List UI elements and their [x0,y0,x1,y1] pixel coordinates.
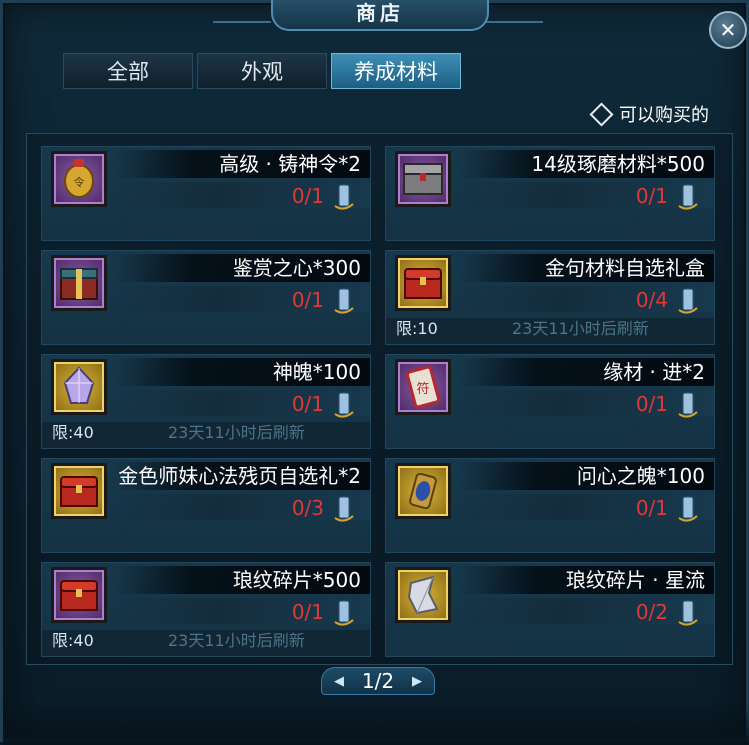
tab-all[interactable]: 全部 [63,53,193,89]
shop-item-card[interactable]: 符 缘材 · 进*2 0/1 [385,354,715,449]
purchase-count: 0/1 [291,184,324,208]
red-chest-icon[interactable] [51,463,107,519]
shop-item-card[interactable]: 琅纹碎片 · 星流 0/2 [385,562,715,657]
purchase-count: 0/1 [635,184,668,208]
item-name: 问心之魄*100 [459,462,714,490]
tab-appearance[interactable]: 外观 [197,53,327,89]
purchase-count: 0/3 [291,496,324,520]
scroll-icon [332,286,356,314]
purchase-count: 0/4 [635,288,668,312]
scroll-icon [332,494,356,522]
purchase-count: 0/1 [635,496,668,520]
item-name: 金色师妹心法残页自选礼*2 [115,462,370,490]
crystal-icon[interactable] [51,359,107,415]
refresh-timer: 23天11小时后刷新 [168,631,305,650]
item-name: 高级 · 铸神令*2 [115,150,370,178]
scroll-icon [676,390,700,418]
close-icon: ✕ [719,18,737,42]
shard-icon[interactable] [395,567,451,623]
talisman-icon[interactable]: 符 [395,359,451,415]
scroll-icon [676,182,700,210]
shop-item-card[interactable]: 问心之魄*100 0/1 [385,458,715,553]
pagination: ◀ 1/2 ▶ [321,667,435,695]
page-indicator: 1/2 [361,669,395,693]
red-chest-icon[interactable] [395,255,451,311]
shop-item-card[interactable]: 琅纹碎片*500 0/1 限:40 23天11小时后刷新 [41,562,371,657]
amulet-icon[interactable] [395,463,451,519]
item-name: 神魄*100 [115,358,370,386]
item-name: 金句材料自选礼盒 [459,254,714,282]
refresh-timer: 23天11小时后刷新 [168,423,305,442]
scroll-icon [332,390,356,418]
svg-text:令: 令 [74,175,85,189]
scroll-icon [332,598,356,626]
title-ornament-right [485,3,543,23]
purchase-count: 0/1 [635,392,668,416]
tab-bar: 全部 外观 养成材料 [63,53,461,89]
red-chest-icon[interactable] [51,567,107,623]
filter-label: 可以购买的 [619,105,709,126]
purchase-count: 0/1 [291,288,324,312]
token-icon[interactable]: 令 [51,151,107,207]
item-name: 14级琢磨材料*500 [459,150,714,178]
purchasable-filter[interactable]: 可以购买的 [589,101,709,127]
item-name: 鉴赏之心*300 [115,254,370,282]
purchase-limit: 限:10 [396,319,438,338]
filter-checkbox-icon[interactable] [589,101,614,127]
shop-window: 商店 ✕ 全部 外观 养成材料 可以购买的 令 高级 · 铸神令*2 0/1 1… [0,0,749,745]
close-button[interactable]: ✕ [709,11,747,49]
purchase-limit: 限:40 [52,423,94,442]
title-ornament-left [213,3,271,23]
bottom-ornament [3,703,749,745]
scroll-icon [676,286,700,314]
shop-item-card[interactable]: 14级琢磨材料*500 0/1 [385,146,715,241]
gift-box-icon[interactable] [51,255,107,311]
item-list: 令 高级 · 铸神令*2 0/1 14级琢磨材料*500 0/1 鉴赏之心*30… [26,133,733,665]
purchase-count: 0/2 [635,600,668,624]
purchase-count: 0/1 [291,600,324,624]
prev-page-icon[interactable]: ◀ [334,674,344,689]
svg-text:符: 符 [416,381,429,397]
refresh-timer: 23天11小时后刷新 [512,319,649,338]
shop-item-card[interactable]: 令 高级 · 铸神令*2 0/1 [41,146,371,241]
shop-item-card[interactable]: 金句材料自选礼盒 0/4 限:10 23天11小时后刷新 [385,250,715,345]
shop-item-card[interactable]: 鉴赏之心*300 0/1 [41,250,371,345]
shop-item-card[interactable]: 神魄*100 0/1 限:40 23天11小时后刷新 [41,354,371,449]
shop-item-card[interactable]: 金色师妹心法残页自选礼*2 0/3 [41,458,371,553]
tab-materials[interactable]: 养成材料 [331,53,461,89]
item-name: 琅纹碎片 · 星流 [459,566,714,594]
scroll-icon [676,598,700,626]
item-name: 缘材 · 进*2 [459,358,714,386]
purchase-limit: 限:40 [52,631,94,650]
title-plate: 商店 [271,0,489,31]
window-title: 商店 [356,0,404,25]
scroll-icon [676,494,700,522]
chest-icon[interactable] [395,151,451,207]
item-name: 琅纹碎片*500 [115,566,370,594]
next-page-icon[interactable]: ▶ [412,674,422,689]
purchase-count: 0/1 [291,392,324,416]
scroll-icon [332,182,356,210]
